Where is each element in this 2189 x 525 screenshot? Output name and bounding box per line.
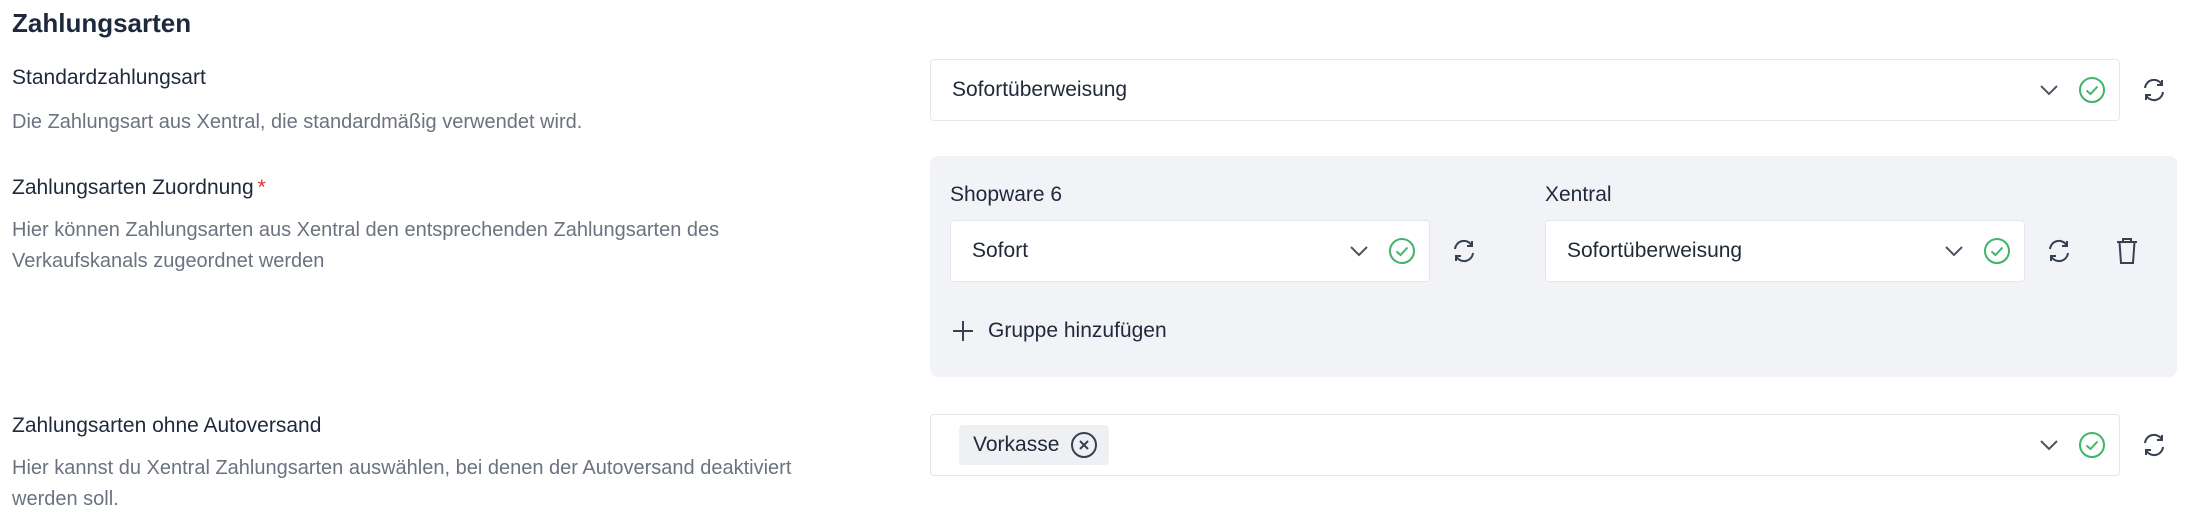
mapping-label: Zahlungsarten Zuordnung * bbox=[12, 175, 930, 201]
mapping-row: Zahlungsarten Zuordnung * Hier können Zah… bbox=[12, 156, 2177, 377]
shopware-control: Sofort bbox=[950, 220, 1545, 282]
no-autoship-description-1: Hier kannst du Xentral Zahlungsarten aus… bbox=[12, 457, 792, 479]
default-payment-control: Sofortüberweisung bbox=[930, 59, 2177, 121]
no-autoship-control: Vorkasse bbox=[930, 414, 2177, 476]
xentral-column: Xentral Sofortüberweisung bbox=[1545, 182, 2145, 282]
mapping-description-1: Hier können Zahlungsarten aus Xentral de… bbox=[12, 219, 720, 241]
chevron-down-icon[interactable] bbox=[1940, 237, 1968, 265]
xentral-value: Sofortüberweisung bbox=[1567, 239, 1743, 262]
check-circle-icon bbox=[2077, 75, 2107, 105]
mapping-group: Shopware 6 Sofort Xentral Sofortüberweis… bbox=[950, 182, 2157, 282]
chip-label: Vorkasse bbox=[973, 433, 1060, 456]
default-payment-select[interactable]: Sofortüberweisung bbox=[930, 59, 2120, 121]
required-mark: * bbox=[257, 176, 266, 199]
shopware-value: Sofort bbox=[972, 239, 1029, 262]
refresh-icon[interactable] bbox=[1446, 233, 1482, 269]
chevron-down-icon[interactable] bbox=[2035, 431, 2063, 459]
refresh-icon[interactable] bbox=[2136, 72, 2172, 108]
mapping-description-2: Verkaufskanals zugeordnet werden bbox=[12, 250, 325, 272]
add-group-button[interactable]: Gruppe hinzufügen bbox=[950, 318, 2157, 344]
refresh-icon[interactable] bbox=[2041, 233, 2077, 269]
no-autoship-multiselect[interactable]: Vorkasse bbox=[930, 414, 2120, 476]
shopware-column: Shopware 6 Sofort bbox=[950, 182, 1545, 282]
add-group-label: Gruppe hinzufügen bbox=[988, 319, 1167, 342]
mapping-label-text: Zahlungsarten Zuordnung bbox=[12, 176, 254, 199]
chevron-down-icon[interactable] bbox=[2035, 76, 2063, 104]
check-circle-icon bbox=[2077, 430, 2107, 460]
mapping-group-panel: Shopware 6 Sofort Xentral Sofortüberweis… bbox=[930, 156, 2177, 377]
check-circle-icon bbox=[1387, 236, 1417, 266]
default-payment-label: Standardzahlungsart bbox=[12, 66, 206, 89]
refresh-icon[interactable] bbox=[2136, 427, 2172, 463]
no-autoship-description-2: werden soll. bbox=[12, 488, 119, 510]
xentral-control: Sofortüberweisung bbox=[1545, 220, 2145, 282]
chip-vorkasse: Vorkasse bbox=[959, 425, 1110, 465]
payment-methods-page: Zahlungsarten Standardzahlungsart Die Za… bbox=[0, 8, 2189, 525]
xentral-select[interactable]: Sofortüberweisung bbox=[1545, 220, 2025, 282]
chevron-down-icon[interactable] bbox=[1345, 237, 1373, 265]
default-payment-row: Standardzahlungsart Die Zahlungsart aus … bbox=[12, 59, 2177, 138]
check-circle-icon bbox=[1982, 236, 2012, 266]
xentral-column-label: Xentral bbox=[1545, 183, 1612, 206]
chip-list: Vorkasse bbox=[959, 425, 2035, 465]
no-autoship-label: Zahlungsarten ohne Autoversand bbox=[12, 414, 322, 437]
close-circle-icon[interactable] bbox=[1069, 430, 1099, 460]
default-payment-text: Standardzahlungsart Die Zahlungsart aus … bbox=[12, 65, 930, 138]
default-payment-value: Sofortüberweisung bbox=[952, 78, 1128, 101]
no-autoship-row: Zahlungsarten ohne Autoversand Hier kann… bbox=[12, 411, 2177, 515]
default-payment-description: Die Zahlungsart aus Xentral, die standar… bbox=[12, 111, 583, 133]
mapping-text: Zahlungsarten Zuordnung * Hier können Zah… bbox=[12, 156, 930, 277]
shopware-select[interactable]: Sofort bbox=[950, 220, 1430, 282]
section-title: Zahlungsarten bbox=[12, 8, 192, 38]
plus-icon bbox=[950, 318, 976, 344]
shopware-column-label: Shopware 6 bbox=[950, 183, 1063, 206]
trash-icon[interactable] bbox=[2109, 233, 2145, 269]
no-autoship-text: Zahlungsarten ohne Autoversand Hier kann… bbox=[12, 411, 930, 515]
